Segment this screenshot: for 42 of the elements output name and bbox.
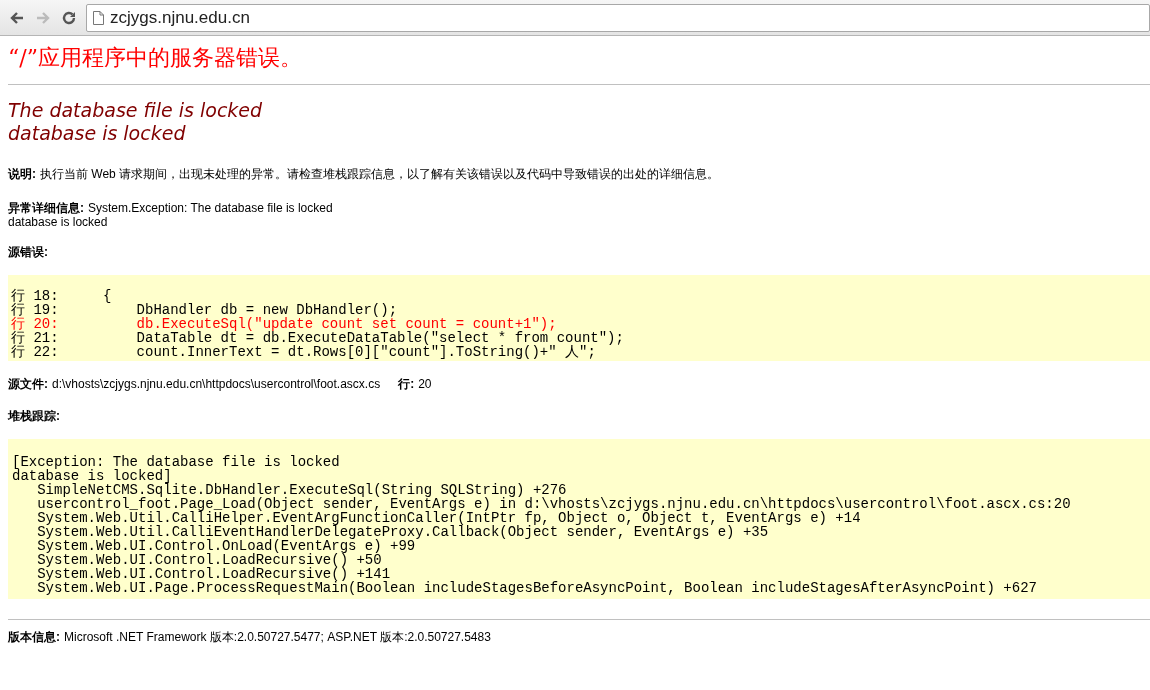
- url-text: zcjygs.njnu.edu.cn: [110, 6, 250, 29]
- stack-trace-line: System.Web.UI.Page.ProcessRequestMain(Boolean includeStagesBeforeAsyncPoint, Boolean includeStagesAfterAsyncPoint) +627: [36, 580, 1037, 596]
- forward-arrow-icon: [35, 9, 51, 26]
- code-line: count.InnerText = dt.Rows[0]["count"].ToString()+" 人";: [135, 345, 596, 359]
- section-label: 堆栈跟踪:: [8, 409, 60, 423]
- field-label: 行:: [398, 376, 415, 393]
- stack-trace-line: System.Web.UI.Control.OnLoad(EventArgs e) +99: [36, 538, 416, 554]
- error-message: The database file is locked: [8, 99, 263, 122]
- stack-trace-line: [Exception: The database file is locked: [12, 454, 340, 470]
- section-label: 源错误:: [8, 245, 48, 259]
- page-icon: [93, 10, 104, 25]
- stack-trace-line: database is locked]: [12, 468, 172, 484]
- stack-trace-line: System.Web.UI.Control.LoadRecursive() +141: [36, 566, 391, 582]
- code-line: db.ExecuteSql("update count set count = count+1");: [135, 317, 557, 331]
- field-label: 异常详细信息:: [8, 201, 84, 215]
- page-title: “/”应用程序中的服务器错误。: [8, 44, 303, 72]
- field-label: 源文件:: [8, 376, 48, 393]
- reload-icon: [61, 9, 77, 26]
- error-message: database is locked: [8, 122, 186, 145]
- description-text: 执行当前 Web 请求期间，出现未处理的异常。请检查堆栈跟踪信息，以了解有关该错误以及代码中导致错误的出处的详细信息。: [40, 166, 720, 183]
- stack-trace-line: System.Web.Util.CalliEventHandlerDelegateProxy.Callback(Object sender, EventArgs e) +35: [36, 524, 769, 540]
- exception-text: System.Exception: The database file is locked: [88, 201, 333, 215]
- address-bar[interactable]: zcjygs.njnu.edu.cn: [86, 3, 1150, 32]
- exception-text: database is locked: [8, 215, 108, 229]
- line-number: 行 19:: [11, 303, 60, 317]
- line-number: 行 22:: [11, 345, 60, 359]
- field-label: 版本信息:: [8, 629, 60, 646]
- file-path: d:\vhosts\zcjygs.njnu.edu.cn\httpdocs\usercontrol\foot.ascx.cs: [52, 376, 381, 393]
- code-line: DbHandler db = new DbHandler();: [135, 303, 398, 317]
- stack-trace-line: SimpleNetCMS.Sqlite.DbHandler.ExecuteSql(String SQLString) +276: [36, 482, 567, 498]
- version-text: Microsoft .NET Framework 版本:2.0.50727.5477; ASP.NET 版本:2.0.50727.5483: [64, 629, 491, 646]
- stack-trace-line: System.Web.Util.CalliHelper.EventArgFunctionCaller(IntPtr fp, Object o, Object t, EventArgs e) +14: [36, 510, 861, 526]
- stack-trace-line: System.Web.UI.Control.LoadRecursive() +50: [36, 552, 382, 568]
- code-line: {: [103, 289, 112, 303]
- line-number: 行 20:: [11, 317, 60, 331]
- back-arrow-icon: [9, 9, 25, 26]
- line-value: 20: [418, 376, 432, 393]
- line-number: 行 21:: [11, 331, 60, 345]
- stack-trace-line: usercontrol_foot.Page_Load(Object sender, EventArgs e) in d:\vhosts\zcjygs.njnu.edu.cn\httpdocs\usercontrol\foot.ascx.cs:20: [36, 496, 1071, 512]
- line-number: 行 18:: [11, 289, 60, 303]
- field-label: 说明:: [8, 166, 36, 183]
- code-line: DataTable dt = db.ExecuteDataTable("select * from count");: [135, 331, 624, 345]
